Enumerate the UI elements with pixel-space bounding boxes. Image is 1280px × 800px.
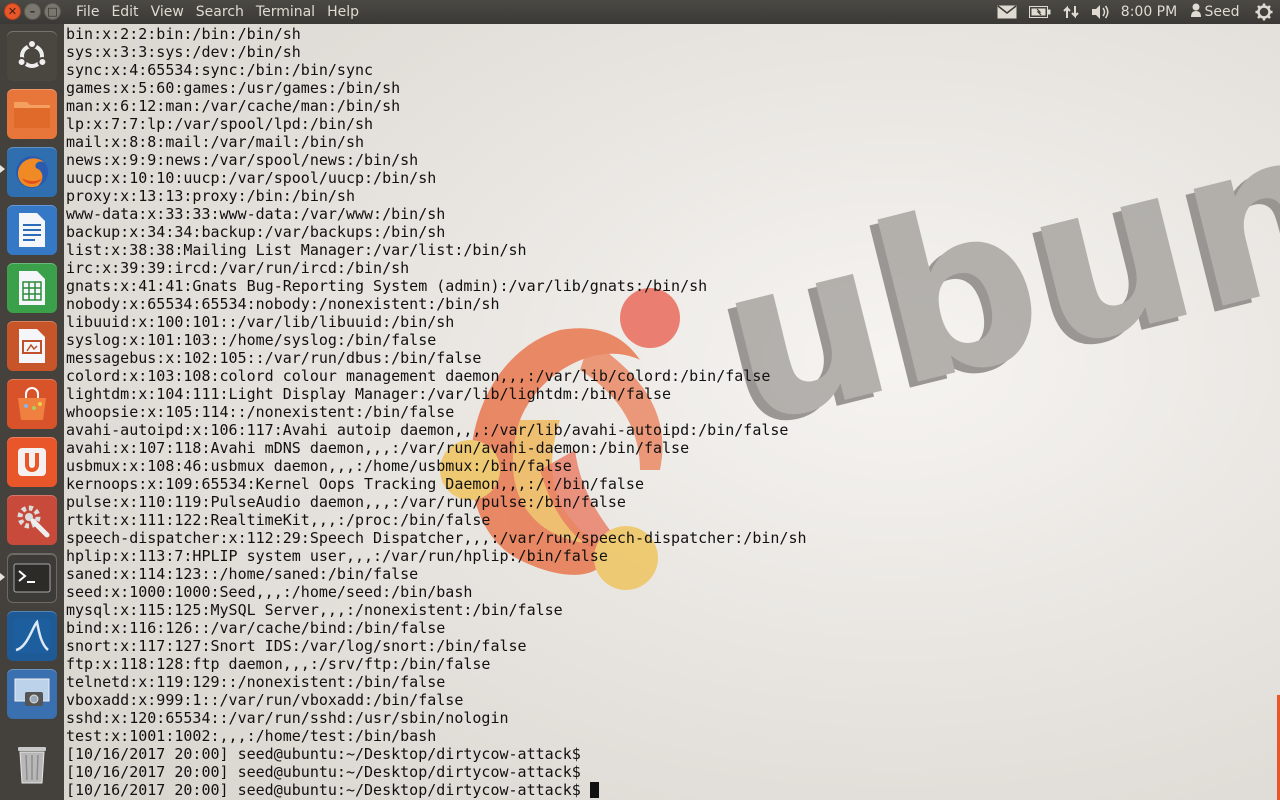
terminal-line: uucp:x:10:10:uucp:/var/spool/uucp:/bin/s… [66,169,437,187]
launcher-calc[interactable] [7,263,57,313]
running-indicator [0,573,5,581]
menu-help[interactable]: Help [321,0,365,24]
document-icon [19,213,45,247]
menu-terminal[interactable]: Terminal [250,0,321,24]
terminal-line: test:x:1001:1002:,,,:/home/test:/bin/bas… [66,727,437,745]
mail-icon[interactable] [990,0,1024,24]
terminal-line: vboxadd:x:999:1::/var/run/vboxadd:/bin/f… [66,691,464,709]
spreadsheet-icon [19,271,45,305]
terminal-cursor [589,782,599,798]
trash-icon [18,747,46,784]
terminal-line: lightdm:x:104:111:Light Display Manager:… [66,385,672,403]
launcher-screenshot[interactable] [7,669,57,719]
terminal-line: nobody:x:65534:65534:nobody:/nonexistent… [66,295,500,313]
terminal-line: news:x:9:9:news:/var/spool/news:/bin/sh [66,151,419,169]
window-maximize-button[interactable]: □ [44,3,61,20]
terminal-line: whoopsie:x:105:114::/nonexistent:/bin/fa… [66,403,455,421]
menu-file[interactable]: File [70,0,105,24]
terminal-line: colord:x:103:108:colord colour managemen… [66,367,771,385]
terminal-line: backup:x:34:34:backup:/var/backups:/bin/… [66,223,446,241]
launcher-firefox[interactable] [7,147,57,197]
terminal-line: rtkit:x:111:122:RealtimeKit,,,:/proc:/bi… [66,511,491,529]
terminal-line: [10/16/2017 20:00] seed@ubuntu:~/Desktop… [66,745,581,763]
launcher-wireshark[interactable] [7,611,57,661]
settings-wrench-icon [17,505,50,538]
window-minimize-button[interactable]: – [24,3,41,20]
launcher-impress[interactable] [7,321,57,371]
launcher-ubuntu-one[interactable] [7,437,57,487]
top-panel: ✕ – □ File Edit View Search Terminal Hel… [0,0,1280,24]
launcher-files[interactable] [7,89,57,139]
folder-icon [14,102,50,128]
terminal-line: man:x:6:12:man:/var/cache/man:/bin/sh [66,97,401,115]
terminal-line: [10/16/2017 20:00] seed@ubuntu:~/Desktop… [66,763,581,781]
presentation-icon [19,329,45,363]
menu-view[interactable]: View [145,0,190,24]
terminal-output[interactable]: bin:x:2:2:bin:/bin:/bin/sh sys:x:3:3:sys:… [66,25,1280,800]
camera-monitor-icon [14,678,50,706]
firefox-icon [16,156,48,188]
terminal-line: mail:x:8:8:mail:/var/mail:/bin/sh [66,133,365,151]
user-name: Seed [1204,4,1240,20]
terminal-prompt-line[interactable]: [10/16/2017 20:00] seed@ubuntu:~/Desktop… [66,781,1280,799]
menu-edit[interactable]: Edit [105,0,144,24]
terminal-line: sys:x:3:3:sys:/dev:/bin/sh [66,43,301,61]
wireshark-fin-icon [14,619,50,653]
ubuntu-one-icon [18,448,46,476]
terminal-line: lp:x:7:7:lp:/var/spool/lpd:/bin/sh [66,115,374,133]
terminal-line: ftp:x:118:128:ftp daemon,,,:/srv/ftp:/bi… [66,655,491,673]
terminal-line: mysql:x:115:125:MySQL Server,,,:/nonexis… [66,601,563,619]
terminal-line: libuuid:x:100:101::/var/lib/libuuid:/bin… [66,313,455,331]
terminal-line: gnats:x:41:41:Gnats Bug-Reporting System… [66,277,708,295]
terminal-line: saned:x:114:123::/home/saned:/bin/false [66,565,419,583]
terminal-line: www-data:x:33:33:www-data:/var/www:/bin/… [66,205,446,223]
terminal-line: usbmux:x:108:46:usbmux daemon,,,:/home/u… [66,457,572,475]
terminal-line: telnetd:x:119:129::/nonexistent:/bin/fal… [66,673,446,691]
terminal-line: messagebus:x:102:105::/var/run/dbus:/bin… [66,349,482,367]
menu-search[interactable]: Search [190,0,250,24]
launcher [0,24,64,800]
terminal-line: kernoops:x:109:65534:Kernel Oops Trackin… [66,475,644,493]
user-icon [1190,3,1201,21]
launcher-terminal[interactable] [7,553,57,603]
terminal-line: hplip:x:113:7:HPLIP system user,,,:/var/… [66,547,608,565]
indicator-area: 8:00 PM Seed [990,0,1280,24]
terminal-line: irc:x:39:39:ircd:/var/run/ircd:/bin/sh [66,259,410,277]
launcher-system-settings[interactable] [7,495,57,545]
terminal-line: seed:x:1000:1000:Seed,,,:/home/seed:/bin… [66,583,473,601]
terminal-line: pulse:x:110:119:PulseAudio daemon,,,:/va… [66,493,626,511]
battery-icon[interactable] [1024,0,1056,24]
terminal-line: avahi-autoipd:x:106:117:Avahi autoip dae… [66,421,789,439]
terminal-line: sshd:x:120:65534::/var/run/sshd:/usr/sbi… [66,709,509,727]
menu-bar: File Edit View Search Terminal Help [70,0,365,24]
terminal-line: games:x:5:60:games:/usr/games:/bin/sh [66,79,401,97]
launcher-trash[interactable] [7,739,57,789]
terminal-icon [13,563,51,593]
launcher-writer[interactable] [7,205,57,255]
terminal-line: bind:x:116:126::/var/cache/bind:/bin/fal… [66,619,446,637]
terminal-line: sync:x:4:65534:sync:/bin:/bin/sync [66,61,374,79]
gear-icon[interactable] [1248,0,1280,24]
user-menu[interactable]: Seed [1182,0,1248,24]
running-indicator [0,165,5,173]
shopping-bag-icon [18,387,46,420]
ubuntu-logo-icon [16,39,48,68]
terminal-line: syslog:x:101:103::/home/syslog:/bin/fals… [66,331,437,349]
terminal-line: bin:x:2:2:bin:/bin:/bin/sh [66,25,301,43]
terminal-prompt: [10/16/2017 20:00] seed@ubuntu:~/Desktop… [66,781,590,799]
terminal-line: speech-dispatcher:x:112:29:Speech Dispat… [66,529,807,547]
launcher-dash-home[interactable] [7,31,57,81]
terminal-line: snort:x:117:127:Snort IDS:/var/log/snort… [66,637,527,655]
terminal-line: avahi:x:107:118:Avahi mDNS daemon,,,:/va… [66,439,690,457]
clock[interactable]: 8:00 PM [1116,0,1182,24]
launcher-software-center[interactable] [7,379,57,429]
window-close-button[interactable]: ✕ [4,3,21,20]
network-icon[interactable] [1056,0,1086,24]
terminal-line: list:x:38:38:Mailing List Manager:/var/l… [66,241,527,259]
volume-icon[interactable] [1086,0,1116,24]
terminal-line: proxy:x:13:13:proxy:/bin:/bin/sh [66,187,355,205]
